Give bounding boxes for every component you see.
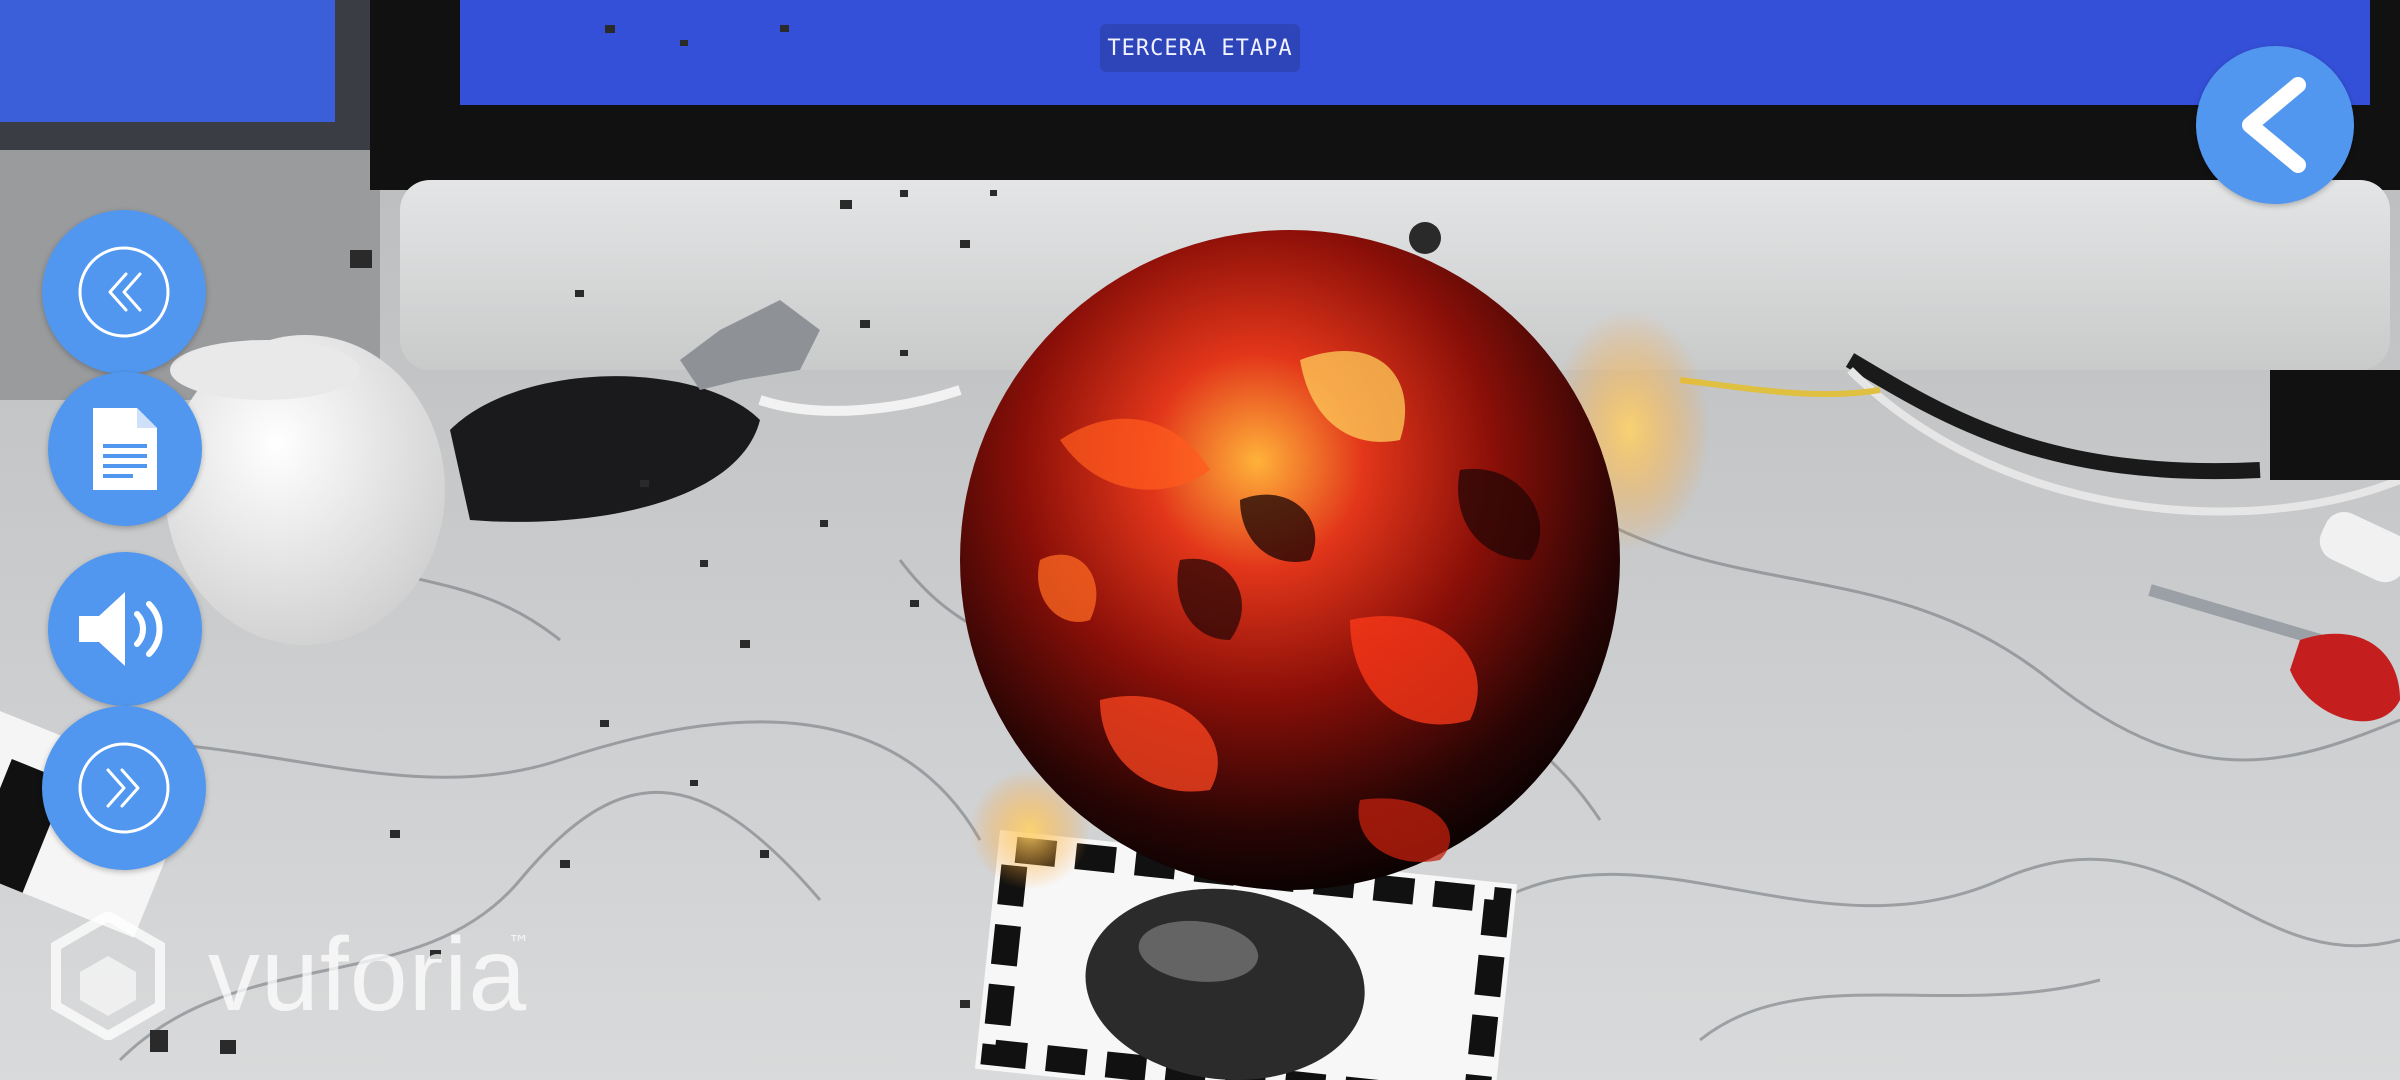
next-stage-button[interactable] <box>42 706 206 870</box>
chevron-left-icon <box>2242 77 2306 173</box>
previous-stage-button[interactable] <box>42 210 206 374</box>
document-button[interactable] <box>48 372 202 526</box>
vuforia-logo-icon <box>51 912 165 1040</box>
double-chevron-left-icon <box>78 246 170 338</box>
speaker-icon <box>79 592 163 666</box>
back-button[interactable] <box>2196 46 2354 204</box>
vuforia-wordmark: vuforia <box>208 917 528 1033</box>
sound-button[interactable] <box>48 552 202 706</box>
stage-title: TERCERA ETAPA <box>1100 24 1300 72</box>
trademark-symbol: ™ <box>508 932 530 957</box>
ar-camera-view: TERCERA ETAPA vuforia ™ <box>0 0 2400 1080</box>
double-chevron-right-icon <box>78 742 170 834</box>
document-icon <box>93 408 157 490</box>
vuforia-watermark: vuforia ™ <box>48 912 530 1042</box>
